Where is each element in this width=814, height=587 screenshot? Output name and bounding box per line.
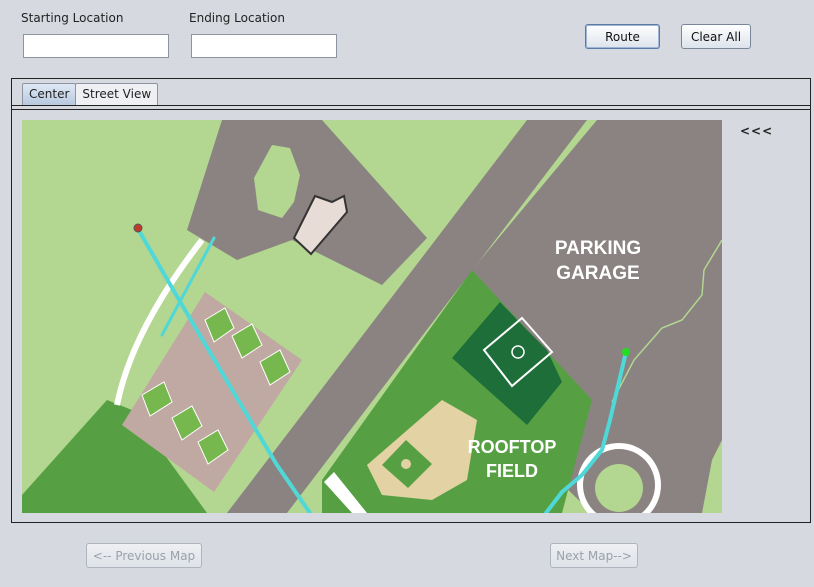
tab-content: PARKING GARAGE ROOFTOP FIELD <<<: [12, 109, 810, 522]
parking-label-line2: GARAGE: [556, 263, 639, 284]
tab-bar: Center Street View: [22, 83, 159, 105]
tab-street-view[interactable]: Street View: [75, 83, 159, 105]
previous-map-button[interactable]: <-- Previous Map: [86, 543, 202, 568]
next-map-button[interactable]: Next Map-->: [550, 543, 638, 568]
tab-divider: [12, 105, 810, 106]
starting-location-label: Starting Location: [21, 11, 124, 25]
start-marker: [133, 223, 143, 233]
rooftop-label-line1: ROOFTOP: [468, 437, 557, 457]
rooftop-label-line2: FIELD: [486, 461, 538, 481]
ending-location-label: Ending Location: [189, 11, 285, 25]
ending-location-input[interactable]: [191, 34, 337, 58]
campus-map[interactable]: PARKING GARAGE ROOFTOP FIELD: [22, 120, 722, 513]
starting-location-input[interactable]: [23, 34, 169, 58]
end-marker: [622, 348, 630, 356]
collapse-toggle[interactable]: <<<: [740, 124, 773, 138]
parking-label-line1: PARKING: [555, 238, 641, 259]
pitchers-mound: [401, 459, 411, 469]
tab-center[interactable]: Center: [22, 83, 77, 105]
roundabout-island: [595, 464, 643, 512]
clear-all-button[interactable]: Clear All: [681, 24, 751, 49]
route-button[interactable]: Route: [585, 24, 660, 49]
map-panel: Center Street View PARKING GARAGE ROOFTO…: [11, 78, 811, 523]
